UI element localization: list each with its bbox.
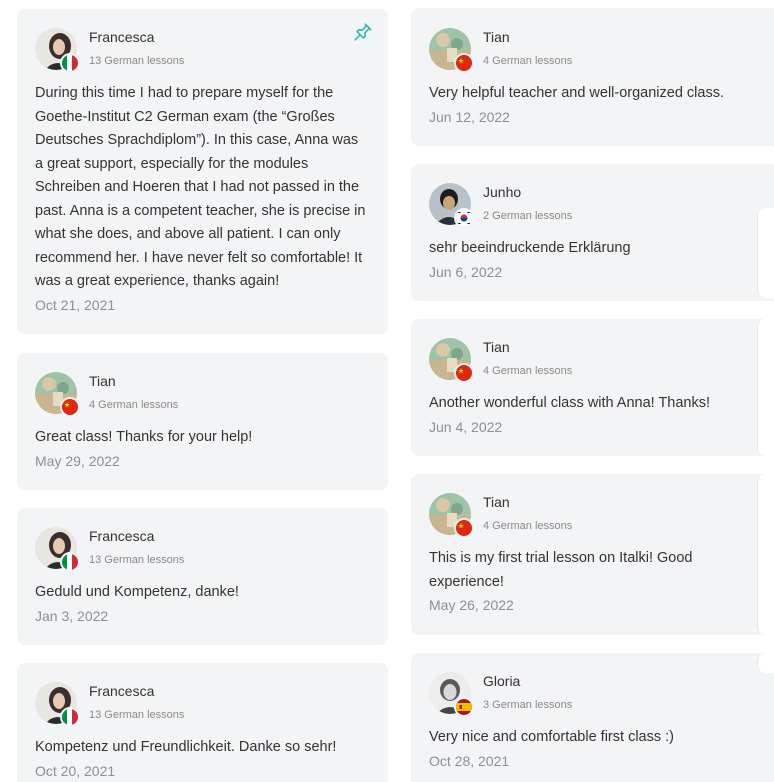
next-card-edge bbox=[757, 474, 774, 635]
review-header: Francesca 13 German lessons bbox=[35, 508, 370, 572]
reviewer-name[interactable]: Francesca bbox=[89, 683, 154, 699]
next-card-edge bbox=[757, 319, 774, 456]
review-text: sehr beeindruckende Erklärung bbox=[429, 240, 631, 256]
review-card: Francesca 13 German lessons Kompetenz un… bbox=[17, 663, 388, 782]
reviewer-name[interactable]: Tian bbox=[483, 29, 510, 45]
review-text: This is my first trial lesson on Italki!… bbox=[429, 550, 693, 590]
review-text: Very nice and comfortable first class :) bbox=[429, 729, 674, 745]
avatar[interactable] bbox=[429, 28, 474, 73]
review-card: Tian 4 German lessons This is my first t… bbox=[411, 474, 774, 635]
review-date: Jun 12, 2022 bbox=[429, 108, 510, 125]
china-flag-icon bbox=[454, 53, 474, 73]
reviewer-name[interactable]: Francesca bbox=[89, 528, 154, 544]
lesson-count: 3 German lessons bbox=[483, 699, 573, 711]
lesson-count: 13 German lessons bbox=[89, 55, 185, 67]
lesson-count: 4 German lessons bbox=[483, 365, 573, 377]
reviews-grid: Francesca 13 German lessons During this … bbox=[0, 0, 774, 782]
avatar[interactable] bbox=[429, 493, 474, 538]
reviewer-name[interactable]: Tian bbox=[483, 494, 510, 510]
review-text: Very helpful teacher and well-organized … bbox=[429, 85, 724, 101]
korea-flag-icon bbox=[454, 208, 474, 228]
review-header: Tian 4 German lessons bbox=[35, 353, 370, 417]
review-card: Francesca 13 German lessons During this … bbox=[17, 9, 388, 334]
avatar[interactable] bbox=[35, 682, 80, 727]
spain-flag-icon bbox=[454, 697, 474, 717]
review-date: Jun 6, 2022 bbox=[429, 263, 503, 280]
review-text: Another wonderful class with Anna! Thank… bbox=[429, 395, 711, 411]
review-header: Gloria 3 German lessons bbox=[429, 653, 756, 717]
lesson-count: 13 German lessons bbox=[89, 554, 185, 566]
reviewer-name[interactable]: Francesca bbox=[89, 29, 154, 45]
review-date: Oct 28, 2021 bbox=[429, 752, 510, 769]
reviewer-name[interactable]: Gloria bbox=[483, 673, 520, 689]
next-card-edge bbox=[757, 653, 774, 673]
next-card-edge bbox=[757, 208, 774, 298]
review-header: Tian 4 German lessons bbox=[429, 319, 756, 383]
review-card: Tian 4 German lessons Great class! Thank… bbox=[17, 353, 388, 490]
italy-flag-icon bbox=[60, 707, 80, 727]
review-date: Jan 3, 2022 bbox=[35, 607, 109, 624]
review-card: Gloria 3 German lessons Very nice and co… bbox=[411, 653, 774, 782]
review-date: Jun 4, 2022 bbox=[429, 418, 503, 435]
review-text: Geduld und Kompetenz, danke! bbox=[35, 584, 239, 600]
review-text: Great class! Thanks for your help! bbox=[35, 429, 253, 445]
review-header: Francesca 13 German lessons bbox=[35, 9, 372, 73]
review-card: Junho 2 German lessons sehr beeindrucken… bbox=[411, 164, 774, 301]
lesson-count: 13 German lessons bbox=[89, 709, 185, 721]
italy-flag-icon bbox=[60, 53, 80, 73]
review-header: Tian 4 German lessons bbox=[429, 8, 756, 73]
reviewer-name[interactable]: Junho bbox=[483, 184, 521, 200]
review-header: Junho 2 German lessons bbox=[429, 164, 756, 228]
avatar[interactable] bbox=[429, 183, 474, 228]
lesson-count: 4 German lessons bbox=[483, 520, 573, 532]
avatar[interactable] bbox=[429, 672, 474, 717]
review-card: Francesca 13 German lessons Geduld und K… bbox=[17, 508, 388, 645]
review-date: May 26, 2022 bbox=[429, 597, 514, 613]
avatar[interactable] bbox=[35, 372, 80, 417]
lesson-count: 4 German lessons bbox=[89, 399, 179, 411]
china-flag-icon bbox=[454, 518, 474, 538]
china-flag-icon bbox=[60, 397, 80, 417]
italy-flag-icon bbox=[60, 552, 80, 572]
review-header: Tian 4 German lessons bbox=[429, 474, 756, 538]
review-date: May 29, 2022 bbox=[35, 452, 120, 469]
review-text: During this time I had to prepare myself… bbox=[35, 85, 366, 289]
review-date: Oct 21, 2021 bbox=[35, 296, 116, 313]
lesson-count: 2 German lessons bbox=[483, 210, 573, 222]
review-card: Tian 4 German lessons Another wonderful … bbox=[411, 319, 774, 456]
china-flag-icon bbox=[454, 363, 474, 383]
review-text: Kompetenz und Freundlichkeit. Danke so s… bbox=[35, 739, 337, 755]
review-card: Tian 4 German lessons Very helpful teach… bbox=[411, 8, 774, 146]
reviewer-name[interactable]: Tian bbox=[89, 373, 116, 389]
reviewer-name[interactable]: Tian bbox=[483, 339, 510, 355]
lesson-count: 4 German lessons bbox=[483, 55, 573, 67]
avatar[interactable] bbox=[35, 527, 80, 572]
avatar[interactable] bbox=[35, 28, 80, 73]
pin-icon[interactable] bbox=[352, 21, 374, 43]
avatar[interactable] bbox=[429, 338, 474, 383]
review-date: Oct 20, 2021 bbox=[35, 762, 116, 779]
review-header: Francesca 13 German lessons bbox=[35, 663, 370, 727]
